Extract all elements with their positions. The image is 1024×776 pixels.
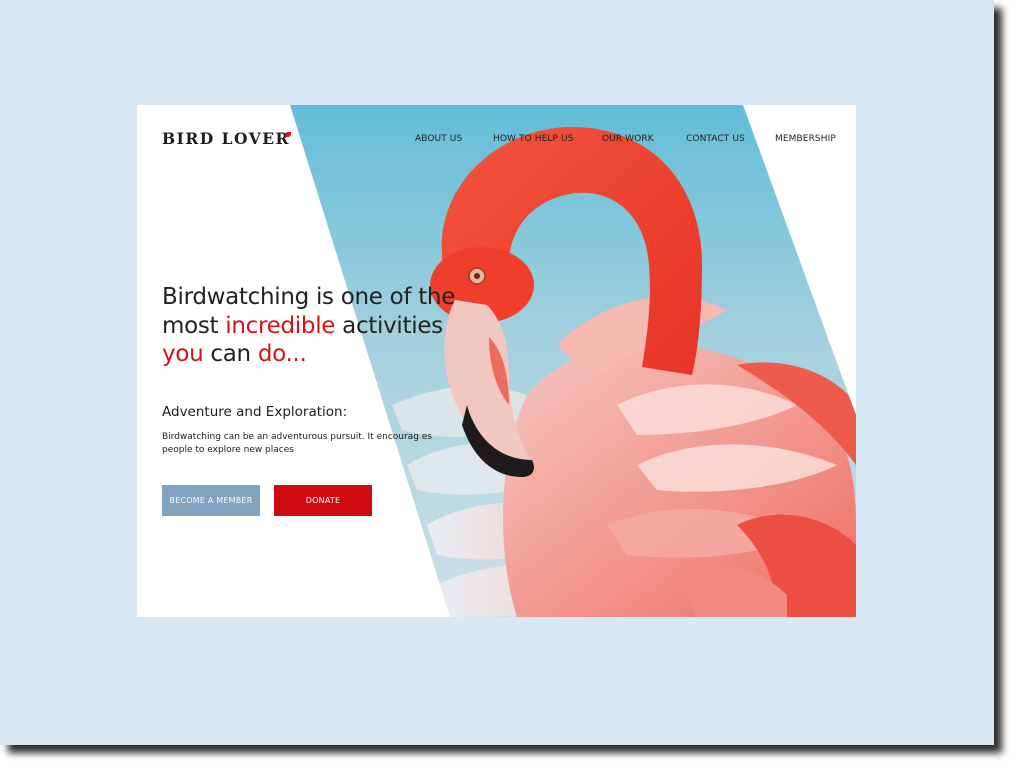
headline-accent-you: you: [162, 341, 204, 367]
headline-accent-do: do...: [257, 341, 307, 367]
body-line-1: Birdwatching can be an adventurous pursu…: [162, 432, 432, 442]
landing-page-card: BIRD LOVER ABOUT US HOW TO HELP US OUR W…: [137, 105, 856, 617]
donate-button[interactable]: DONATE: [274, 485, 372, 516]
body-line-2: people to explore new places: [162, 444, 294, 455]
headline-accent-incredible: incredible: [225, 312, 336, 339]
hero-body-text: Birdwatching can be an adventurous pursu…: [162, 431, 462, 456]
headline-text: activities: [335, 312, 443, 339]
logo-text: BIRD LOVER: [162, 129, 290, 148]
headline-text: most: [162, 312, 226, 339]
headline-text: can: [203, 341, 258, 367]
hero-subheading: Adventure and Exploration:: [162, 404, 348, 420]
become-member-button[interactable]: BECOME A MEMBER: [162, 485, 260, 516]
nav-our-work[interactable]: OUR WORK: [602, 134, 654, 144]
nav-contact-us[interactable]: CONTACT US: [686, 134, 745, 144]
nav-membership[interactable]: MEMBERSHIP: [775, 134, 836, 144]
nav-about-us[interactable]: ABOUT US: [415, 134, 462, 144]
headline-line1: Birdwatching is one of the: [162, 284, 456, 310]
brand-logo[interactable]: BIRD LOVER: [162, 129, 291, 148]
hero-headline: Birdwatching is one of the most incredib…: [162, 283, 592, 369]
nav-how-to-help-us[interactable]: HOW TO HELP US: [493, 134, 574, 144]
